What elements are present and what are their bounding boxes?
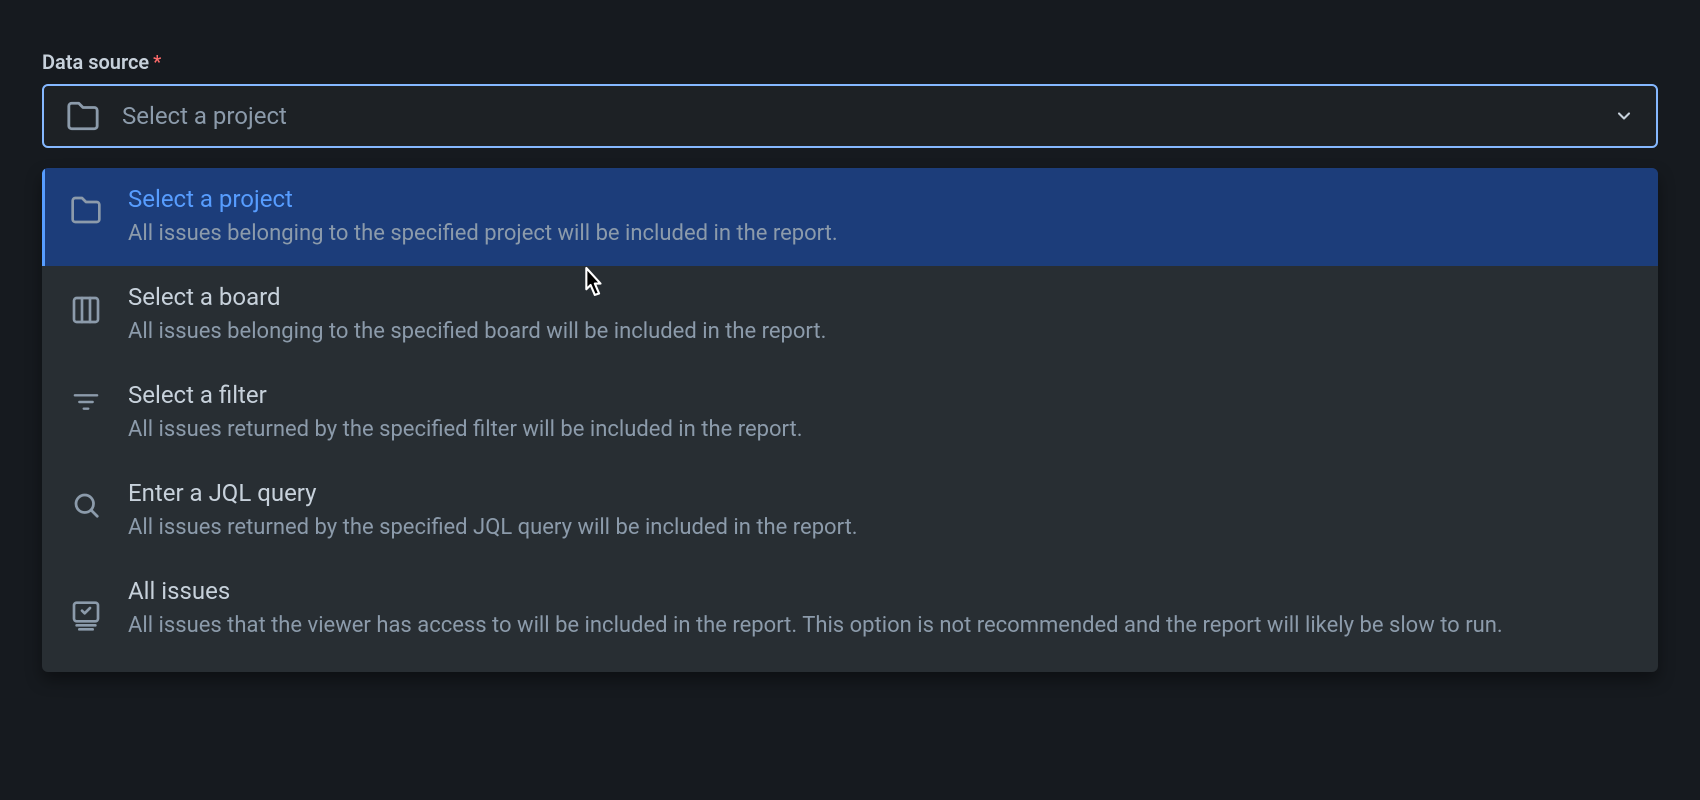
- option-description: All issues that the viewer has access to…: [128, 611, 1630, 642]
- all-issues-icon: [70, 600, 102, 632]
- filter-icon: [70, 392, 102, 412]
- data-source-dropdown: Select a project All issues belonging to…: [42, 168, 1658, 672]
- option-title: Select a project: [128, 184, 1630, 215]
- select-placeholder: Select a project: [122, 102, 1592, 130]
- option-title: All issues: [128, 576, 1630, 607]
- option-all-issues[interactable]: All issues All issues that the viewer ha…: [42, 560, 1658, 658]
- option-description: All issues returned by the specified JQL…: [128, 513, 1630, 544]
- option-description: All issues returned by the specified fil…: [128, 415, 1630, 446]
- field-label: Data source *: [42, 50, 1658, 74]
- board-icon: [70, 294, 102, 326]
- option-description: All issues belonging to the specified pr…: [128, 219, 1630, 250]
- folder-icon: [66, 101, 100, 131]
- field-label-text: Data source: [42, 50, 149, 74]
- option-select-board[interactable]: Select a board All issues belonging to t…: [42, 266, 1658, 364]
- search-icon: [70, 490, 102, 520]
- option-select-filter[interactable]: Select a filter All issues returned by t…: [42, 364, 1658, 462]
- option-description: All issues belonging to the specified bo…: [128, 317, 1630, 348]
- option-select-project[interactable]: Select a project All issues belonging to…: [42, 168, 1658, 266]
- chevron-down-icon: [1614, 106, 1634, 126]
- option-title: Enter a JQL query: [128, 478, 1630, 509]
- data-source-select[interactable]: Select a project: [42, 84, 1658, 148]
- option-jql-query[interactable]: Enter a JQL query All issues returned by…: [42, 462, 1658, 560]
- required-asterisk: *: [153, 52, 161, 73]
- folder-icon: [70, 196, 102, 224]
- option-title: Select a board: [128, 282, 1630, 313]
- option-title: Select a filter: [128, 380, 1630, 411]
